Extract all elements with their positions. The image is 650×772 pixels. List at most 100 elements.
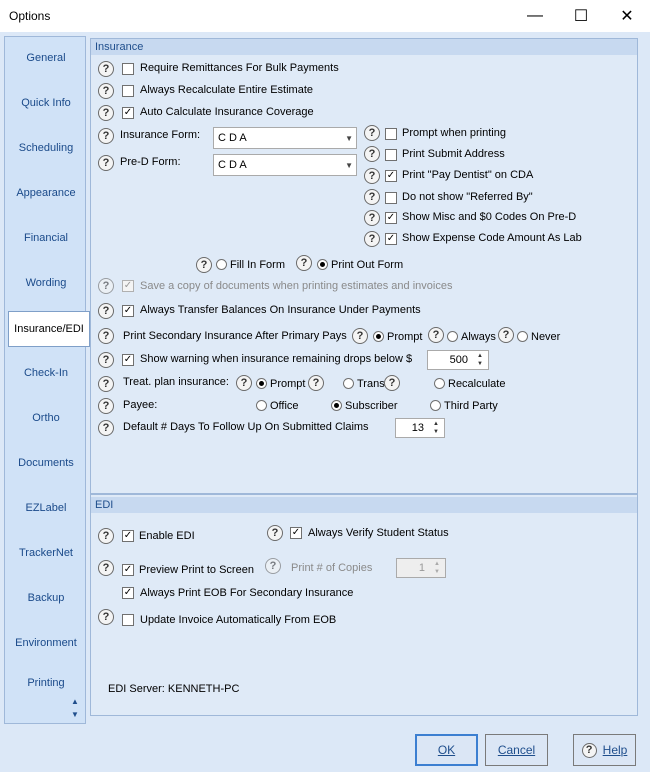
maximize-button[interactable]: ☐ [558,0,604,32]
nav-scroll-down-icon[interactable]: ▼ [71,710,79,719]
cancel-button[interactable]: Cancel [485,734,548,766]
spinner-arrows-icon[interactable]: ▲ ▼ [431,560,443,576]
help-icon[interactable]: ? [98,609,114,625]
help-icon[interactable]: ? [265,558,281,574]
help-icon[interactable]: ? [352,328,368,344]
help-icon[interactable]: ? [428,327,444,343]
help-icon[interactable]: ? [98,155,114,171]
print-secondary-always-radio[interactable] [447,331,458,342]
default-days-value: 13 [411,422,424,434]
help-icon[interactable]: ? [98,528,114,544]
nav-item-documents[interactable]: Documents [5,448,87,478]
help-icon[interactable]: ? [364,168,380,184]
help-icon[interactable]: ? [98,328,114,344]
show-warning-checkbox[interactable]: ✓ [122,354,134,366]
treat-recalculate-radio[interactable] [434,378,445,389]
minimize-button[interactable]: — [512,0,558,32]
close-button[interactable]: ✕ [604,0,650,32]
help-icon[interactable]: ? [98,83,114,99]
help-icon[interactable]: ? [98,105,114,121]
nav-scroll-up-icon[interactable]: ▲ [71,697,79,706]
do-not-show-referred-checkbox[interactable] [385,192,397,204]
help-icon[interactable]: ? [98,420,114,436]
save-copy-label: Save a copy of documents when printing e… [140,280,453,292]
always-verify-checkbox[interactable]: ✓ [290,527,302,539]
enable-edi-checkbox[interactable]: ✓ [122,530,134,542]
treat-prompt-label: Prompt [270,378,306,390]
help-icon[interactable]: ? [196,257,212,273]
show-misc-codes-label: Show Misc and $0 Codes On Pre-D [402,211,577,223]
maximize-icon: ☐ [573,8,589,25]
help-icon[interactable]: ? [498,327,514,343]
ok-button[interactable]: OK [415,734,478,766]
nav-item-general[interactable]: General [5,43,87,73]
insurance-form-select[interactable]: C D A ▼ [213,127,357,149]
nav-item-insurance-edi[interactable]: Insurance/EDI [8,311,90,347]
nav-item-trackernet[interactable]: TrackerNet [5,538,87,568]
minimize-icon: — [527,7,543,24]
show-expense-code-label: Show Expense Code Amount As Lab [402,232,582,244]
nav-item-printing[interactable]: Printing [5,677,87,691]
nav-item-environment[interactable]: Environment [5,628,87,658]
nav-item-quick-info[interactable]: Quick Info [5,88,87,118]
prompt-when-printing-checkbox[interactable] [385,128,397,140]
nav-item-check-in[interactable]: Check-In [5,358,87,388]
help-icon[interactable]: ? [98,352,114,368]
preview-print-checkbox[interactable]: ✓ [122,564,134,576]
help-icon[interactable]: ? [98,278,114,294]
help-icon[interactable]: ? [364,125,380,141]
nav-item-wording[interactable]: Wording [5,268,87,298]
help-icon[interactable]: ? [364,146,380,162]
always-recalculate-checkbox[interactable] [122,85,134,97]
payee-subscriber-radio[interactable] [331,400,342,411]
pred-form-select[interactable]: C D A ▼ [213,154,357,176]
help-icon[interactable]: ? [236,375,252,391]
help-icon[interactable]: ? [364,210,380,226]
print-pay-dentist-checkbox[interactable]: ✓ [385,170,397,182]
print-copies-spinner[interactable]: 1 ▲ ▼ [396,558,446,578]
help-icon[interactable]: ? [296,255,312,271]
nav-item-ortho[interactable]: Ortho [5,403,87,433]
nav-item-scheduling[interactable]: Scheduling [5,133,87,163]
help-icon[interactable]: ? [98,128,114,144]
nav-item-backup[interactable]: Backup [5,583,87,613]
require-remittances-checkbox[interactable] [122,63,134,75]
warning-amount-spinner[interactable]: 500 ▲ ▼ [427,350,489,370]
edi-server-label: EDI Server: KENNETH-PC [108,683,240,695]
always-print-eob-checkbox[interactable]: ✓ [122,587,134,599]
help-icon[interactable]: ? [98,303,114,319]
always-transfer-checkbox[interactable]: ✓ [122,305,134,317]
help-icon[interactable]: ? [267,525,283,541]
help-icon[interactable]: ? [364,231,380,247]
save-copy-checkbox[interactable]: ✓ [122,280,134,292]
help-icon[interactable]: ? [308,375,324,391]
payee-office-radio[interactable] [256,400,267,411]
help-icon[interactable]: ? [364,189,380,205]
help-icon[interactable]: ? [98,398,114,414]
nav-item-financial[interactable]: Financial [5,223,87,253]
print-out-form-radio[interactable] [317,259,328,270]
show-expense-code-checkbox[interactable]: ✓ [385,233,397,245]
spinner-arrows-icon[interactable]: ▲ ▼ [474,352,486,368]
fill-in-form-radio[interactable] [216,259,227,270]
help-icon[interactable]: ? [98,376,114,392]
help-button[interactable]: ? Help [573,734,636,766]
nav-item-appearance[interactable]: Appearance [5,178,87,208]
help-icon[interactable]: ? [384,375,400,391]
auto-calculate-checkbox[interactable]: ✓ [122,107,134,119]
help-icon[interactable]: ? [98,61,114,77]
treat-trans-radio[interactable] [343,378,354,389]
print-secondary-never-radio[interactable] [517,331,528,342]
print-submit-address-checkbox[interactable] [385,149,397,161]
show-misc-codes-checkbox[interactable]: ✓ [385,212,397,224]
print-secondary-never-label: Never [531,331,561,343]
nav-item-ezlabel[interactable]: EZLabel [5,493,87,523]
print-out-form-label: Print Out Form [331,259,404,271]
treat-prompt-radio[interactable] [256,378,267,389]
help-icon[interactable]: ? [98,560,114,576]
payee-third-party-radio[interactable] [430,400,441,411]
print-secondary-prompt-radio[interactable] [373,331,384,342]
spinner-arrows-icon[interactable]: ▲ ▼ [430,420,442,436]
default-days-spinner[interactable]: 13 ▲ ▼ [395,418,445,438]
update-invoice-checkbox[interactable] [122,614,134,626]
